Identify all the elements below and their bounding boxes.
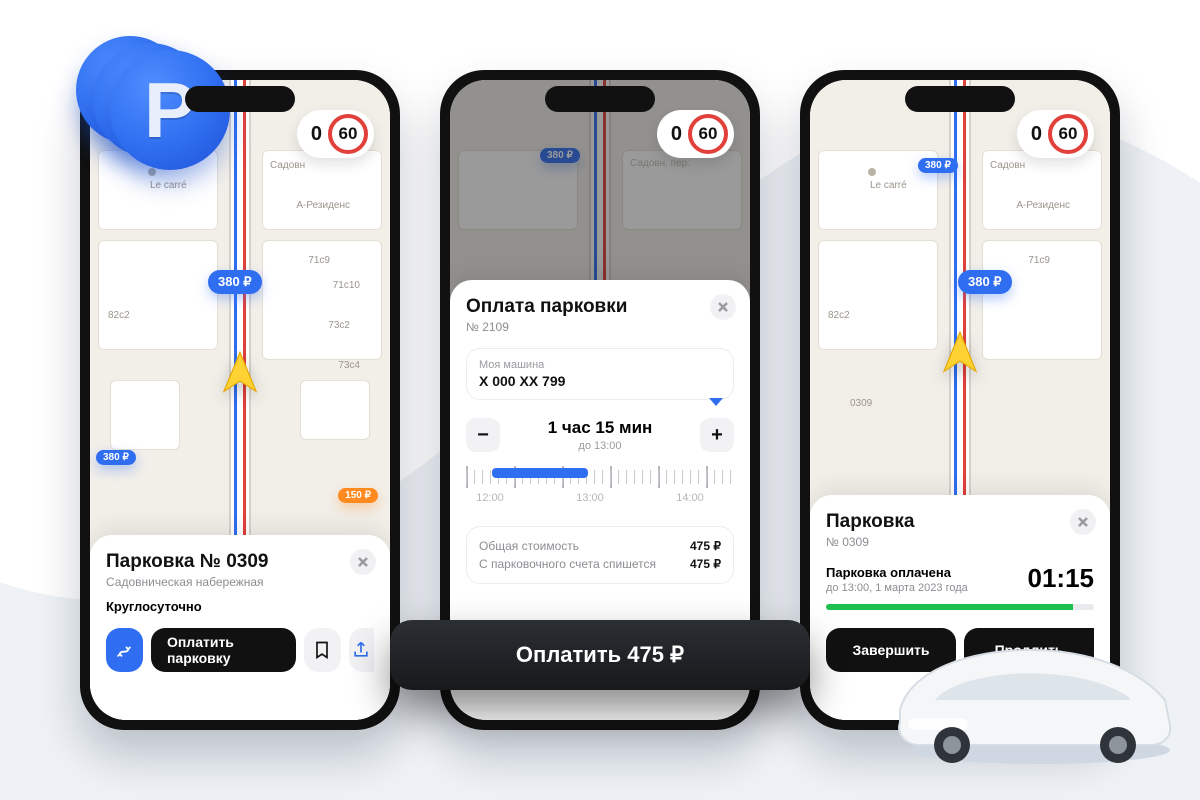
- map-price-main[interactable]: 380 ₽: [208, 270, 262, 294]
- map-house-82c2: 82с2: [108, 310, 130, 321]
- cost-card: Общая стоимость 475 ₽ С парковочного сче…: [466, 526, 734, 584]
- confirm-pay-button[interactable]: Оплатить 475 ₽: [390, 620, 810, 690]
- map-price-main[interactable]: 380 ₽: [958, 270, 1012, 294]
- parking-hours: Круглосуточно: [106, 599, 374, 614]
- caret-down-icon: [709, 398, 723, 406]
- total-cost-label: Общая стоимость: [479, 539, 579, 553]
- map-street-label-dim: Садовн. пер.: [630, 158, 690, 169]
- map-price-380-left[interactable]: 380 ₽: [96, 450, 136, 465]
- paid-until: до 13:00, 1 марта 2023 года: [826, 582, 968, 594]
- account-charge-value: 475 ₽: [690, 557, 721, 571]
- speed-limit-icon: 60: [1048, 114, 1088, 154]
- close-button[interactable]: [1070, 509, 1096, 535]
- parking-address: Садовническая набережная: [106, 575, 374, 589]
- car-selector[interactable]: Моя машина X 000 XX 799: [466, 348, 734, 400]
- parking-title: Парковка № 0309: [106, 551, 374, 573]
- map-street-label: Садовн: [270, 160, 305, 171]
- map-price-150[interactable]: 150 ₽: [338, 488, 378, 503]
- active-parking-title: Парковка: [826, 511, 1094, 533]
- duration-until: до 13:00: [548, 440, 653, 452]
- phone-notch: [185, 86, 295, 112]
- parking-info-sheet: Парковка № 0309 Садовническая набережная…: [90, 535, 390, 720]
- map-price-380-top[interactable]: 380 ₽: [918, 158, 958, 173]
- map-house-73c4: 73c4: [338, 360, 360, 371]
- account-charge-label: С парковочного счета спишется: [479, 557, 656, 571]
- current-speed: 0: [1031, 123, 1042, 146]
- speed-cluster: 0 60: [1017, 110, 1094, 158]
- phone-parking-info: Садовн А-Резиденс 71с9 71с10 82с2 73c2 7…: [80, 70, 400, 730]
- map-house-71c9: 71с9: [1028, 255, 1050, 266]
- nav-arrow-icon: [937, 330, 983, 376]
- paid-label: Парковка оплачена: [826, 565, 968, 580]
- phone-notch: [545, 86, 655, 112]
- time-ruler[interactable]: 12:00 13:00 14:00: [466, 466, 734, 510]
- map-house-0309: 0309: [850, 398, 872, 409]
- car-plate: X 000 XX 799: [479, 373, 721, 389]
- decrease-button[interactable]: −: [466, 418, 500, 452]
- active-parking-number: № 0309: [826, 535, 1094, 549]
- speed-limit-icon: 60: [688, 114, 728, 154]
- map-house-71c10: 71с10: [333, 280, 360, 291]
- speed-cluster: 0 60: [297, 110, 374, 158]
- duration-stepper: − 1 час 15 мин до 13:00 +: [466, 418, 734, 452]
- map-poi-cafe: Le carré: [150, 180, 187, 191]
- bookmark-button[interactable]: [304, 628, 341, 672]
- close-button[interactable]: [350, 549, 376, 575]
- current-speed: 0: [671, 123, 682, 146]
- tick-1300: 13:00: [576, 492, 604, 504]
- speed-cluster: 0 60: [657, 110, 734, 158]
- total-cost-value: 475 ₽: [690, 539, 721, 553]
- speed-limit-icon: 60: [328, 114, 368, 154]
- nav-arrow-icon: [217, 350, 263, 396]
- share-button[interactable]: [349, 628, 374, 672]
- remaining-timer: 01:15: [1028, 563, 1095, 594]
- route-button[interactable]: [106, 628, 143, 672]
- map-house-73c2: 73c2: [328, 320, 350, 331]
- tick-1400: 14:00: [676, 492, 704, 504]
- map-poi-residence: А-Резиденс: [296, 200, 350, 211]
- car-illustration: [880, 600, 1180, 770]
- pay-parking-button[interactable]: Оплатить парковку: [151, 628, 296, 672]
- increase-button[interactable]: +: [700, 418, 734, 452]
- current-speed: 0: [311, 123, 322, 146]
- map-street-label: Садовн: [990, 160, 1025, 171]
- map-house-71c9: 71с9: [308, 255, 330, 266]
- tick-1200: 12:00: [476, 492, 504, 504]
- map-house-82c2: 82с2: [828, 310, 850, 321]
- map-poi-residence: А-Резиденс: [1016, 200, 1070, 211]
- duration-value: 1 час 15 мин: [548, 418, 653, 438]
- car-label: Моя машина: [479, 359, 721, 371]
- map-poi-cafe: Le carré: [870, 180, 907, 191]
- payment-title: Оплата парковки: [466, 296, 734, 318]
- close-button[interactable]: [710, 294, 736, 320]
- phone-notch: [905, 86, 1015, 112]
- map-price-380-dim: 380 ₽: [540, 148, 580, 163]
- parking-p-icon: P: [144, 71, 196, 149]
- parking-number: № 2109: [466, 320, 734, 334]
